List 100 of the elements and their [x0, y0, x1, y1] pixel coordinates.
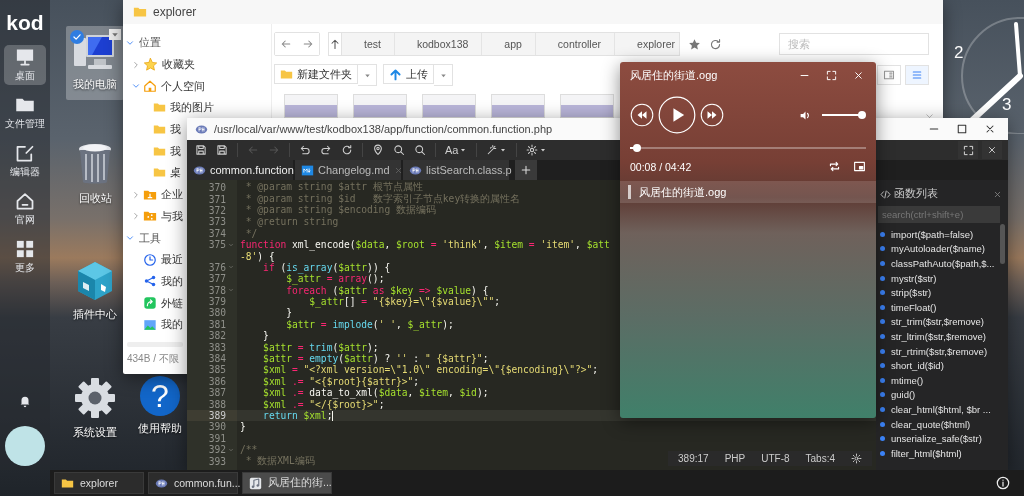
function-item[interactable]: str_rtrim($str,$remove): [891, 345, 988, 357]
save-icon[interactable]: [195, 144, 207, 156]
scrollbar[interactable]: [1000, 224, 1005, 264]
file-thumbnail[interactable]: [422, 94, 476, 118]
fast-forward-button[interactable]: [700, 103, 724, 127]
function-item[interactable]: strip($str): [891, 287, 932, 299]
editor-tab[interactable]: Changelog.md: [295, 160, 401, 180]
dock-item[interactable]: 更多: [4, 237, 46, 277]
star-icon[interactable]: [688, 37, 701, 51]
file-thumbnail[interactable]: [560, 94, 614, 118]
folder-icon: [280, 67, 293, 81]
line-number: 390: [208, 421, 226, 433]
close-icon[interactable]: [984, 123, 996, 135]
tree-item[interactable]: 收藏夹: [162, 57, 195, 73]
picture-in-picture-icon[interactable]: [853, 160, 866, 173]
file-thumbnail[interactable]: [284, 94, 338, 118]
search-field[interactable]: 搜索: [779, 33, 929, 55]
new-folder-button[interactable]: 新建文件夹: [274, 64, 358, 84]
tree-item[interactable]: 我: [170, 122, 181, 138]
search-icon[interactable]: [393, 144, 405, 156]
function-item[interactable]: mtime(): [891, 374, 924, 386]
info-icon[interactable]: [996, 476, 1010, 490]
file-thumbnail[interactable]: [353, 94, 407, 118]
fullscreen-icon[interactable]: [962, 144, 974, 156]
tree-item[interactable]: 最近: [161, 252, 183, 268]
save-all-icon[interactable]: [216, 144, 228, 156]
slider-thumb[interactable]: [858, 111, 866, 119]
tree-item[interactable]: 企业: [161, 187, 183, 203]
repeat-icon[interactable]: [828, 160, 841, 173]
taskbar-item[interactable]: common.fun...: [148, 472, 238, 494]
function-item[interactable]: clear_quote($html): [891, 418, 971, 430]
tree-item[interactable]: 我: [170, 143, 181, 159]
desktop-icon[interactable]: 回收站: [66, 136, 124, 214]
split-view-icon[interactable]: [883, 69, 895, 81]
dock-item[interactable]: 编辑器: [4, 141, 46, 181]
forward-arrow-icon[interactable]: [302, 38, 314, 50]
plus-icon[interactable]: [520, 164, 532, 176]
breadcrumb-item[interactable]: explorer: [615, 33, 679, 55]
rewind-button[interactable]: [630, 103, 654, 127]
desktop-icon[interactable]: 系统设置: [66, 370, 124, 448]
function-item[interactable]: import($path=false): [891, 228, 974, 240]
playlist-item[interactable]: 风居住的街道.ogg: [620, 181, 876, 203]
editor-tab[interactable]: listSearch.class.p: [403, 160, 509, 180]
editor-tab[interactable]: common.function: [187, 160, 293, 180]
back-arrow-icon[interactable]: [280, 38, 292, 50]
taskbar-item[interactable]: 风居住的街...: [242, 472, 332, 494]
function-item[interactable]: short_id($id): [891, 360, 944, 372]
font-menu-button[interactable]: Aa: [445, 144, 468, 156]
close-icon[interactable]: [993, 189, 1002, 199]
function-item[interactable]: mystr($str): [891, 272, 937, 284]
caret-icon[interactable]: [539, 146, 548, 154]
play-button[interactable]: [658, 96, 696, 134]
tree-item[interactable]: 我的: [161, 273, 183, 289]
location-pin-icon[interactable]: [372, 144, 384, 156]
breadcrumb-item[interactable]: test: [342, 33, 395, 55]
file-thumbnail[interactable]: [491, 94, 545, 118]
function-item[interactable]: filter_html($html): [891, 447, 962, 459]
function-item[interactable]: guid(): [891, 389, 916, 401]
refresh-icon[interactable]: [341, 144, 353, 156]
wand-icon[interactable]: [486, 144, 499, 156]
function-item[interactable]: clear_html($html, $br ...: [891, 403, 991, 415]
function-item[interactable]: str_trim($str,$remove): [891, 316, 984, 328]
caret-icon[interactable]: [459, 146, 468, 154]
desktop-icon[interactable]: 插件中心: [66, 254, 124, 330]
tree-item[interactable]: 外链: [161, 295, 183, 311]
bullet-icon: [880, 275, 885, 281]
volume-icon[interactable]: [799, 108, 812, 122]
tree-item[interactable]: 与我: [161, 208, 183, 224]
refresh-icon[interactable]: [709, 37, 722, 51]
function-item[interactable]: myAutoloader($name): [891, 243, 985, 255]
redo-icon[interactable]: [320, 144, 332, 156]
function-item[interactable]: timeFloat(): [891, 301, 937, 313]
dock-item[interactable]: 文件管理: [4, 93, 46, 133]
dock-item[interactable]: 官网: [4, 189, 46, 229]
settings-icon[interactable]: [851, 453, 862, 464]
desktop-icon[interactable]: 我的电脑: [66, 26, 124, 100]
bell-icon[interactable]: [18, 394, 32, 408]
tree-item[interactable]: 桌: [170, 165, 181, 181]
breadcrumb-item[interactable]: controller: [535, 33, 616, 55]
dock-item[interactable]: 桌面: [4, 45, 46, 85]
maximize-icon[interactable]: [956, 123, 968, 135]
breadcrumb-item[interactable]: app: [482, 33, 536, 55]
breadcrumb-item[interactable]: kodbox138: [394, 33, 483, 55]
tree-item[interactable]: 我的: [161, 317, 183, 333]
close-icon[interactable]: [853, 69, 864, 81]
settings-icon[interactable]: [526, 144, 539, 156]
upload-button[interactable]: 上传: [383, 64, 434, 84]
function-item[interactable]: unserialize_safe($str): [891, 433, 982, 445]
up-arrow-icon[interactable]: [329, 38, 341, 50]
tree-item[interactable]: 我的图片: [170, 100, 214, 116]
desktop-icon[interactable]: ? 使用帮助: [131, 370, 189, 444]
function-item[interactable]: classPathAuto($path,$...: [891, 258, 995, 269]
close-icon[interactable]: [987, 145, 997, 155]
undo-icon[interactable]: [299, 144, 311, 156]
tree-item[interactable]: 个人空间: [161, 78, 205, 94]
function-item[interactable]: str_ltrim($str,$remove): [891, 330, 986, 342]
taskbar-item[interactable]: explorer: [54, 472, 144, 494]
search-replace-icon[interactable]: [414, 144, 426, 156]
caret-icon[interactable]: [499, 146, 508, 154]
slider-thumb[interactable]: [633, 144, 642, 152]
